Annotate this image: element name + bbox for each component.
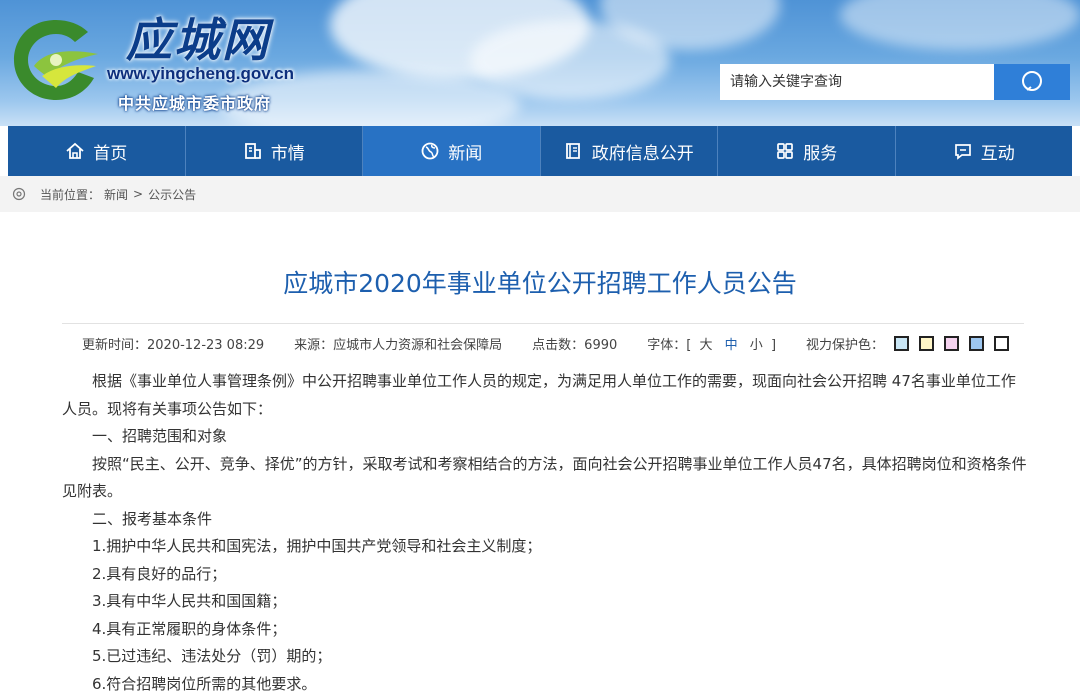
- article-paragraph: 5.已过违纪、违法处分（罚）期的；: [92, 647, 332, 665]
- article-paragraph: 4.具有正常履职的身体条件；: [92, 619, 287, 638]
- eye-color-swatch-blue[interactable]: [894, 336, 910, 351]
- site-name: 应城网: [126, 13, 270, 67]
- article-paragraph: 二、报考基本条件: [92, 509, 213, 528]
- article-title: 应城市2020年事业单位公开招聘工作人员公告: [283, 269, 797, 298]
- article-body: 根据《事业单位人事管理条例》中公开招聘事业单位工作人员的规定，为满足用人单位工作…: [62, 368, 1028, 698]
- site-org: 中共应城市委市政府: [118, 94, 272, 113]
- nav-item-gov-info[interactable]: 政府信息公开: [541, 126, 718, 176]
- font-size-small[interactable]: 小: [750, 338, 763, 353]
- location-pin-icon: [12, 187, 26, 201]
- site-url[interactable]: www.yingcheng.gov.cn: [107, 64, 294, 84]
- grid-icon: [777, 143, 794, 159]
- breadcrumb-announcements[interactable]: 公示公告: [148, 186, 196, 203]
- globe-icon: [421, 142, 439, 160]
- search-box: [720, 64, 1070, 100]
- title-divider: [62, 323, 1024, 324]
- article-source: 来源：应城市人力资源和社会保障局: [294, 338, 503, 353]
- article-paragraph: 一、招聘范围和对象: [92, 427, 228, 445]
- font-size-controls: 字体：[ 大 中 小 ]: [647, 334, 776, 353]
- article-paragraph: 2.具有良好的品行；: [92, 564, 227, 583]
- click-count: 点击数：6990: [532, 338, 618, 353]
- article-meta: 更新时间：2020-12-23 08:29 来源：应城市人力资源和社会保障局 点…: [82, 334, 1010, 353]
- nav-label: 政府信息公开: [591, 143, 694, 164]
- search-button[interactable]: [994, 64, 1070, 100]
- nav-item-service[interactable]: 服务: [718, 126, 896, 176]
- article-paragraph: 1.拥护中华人民共和国宪法，拥护中国共产党领导和社会主义制度；: [92, 537, 542, 555]
- chat-icon: [954, 144, 971, 160]
- update-time: 更新时间：2020-12-23 08:29: [82, 338, 265, 353]
- font-size-label: 字体：[: [647, 338, 692, 353]
- article-paragraph: 3.具有中华人民共和国国籍；: [92, 592, 287, 610]
- nav-label: 首页: [93, 143, 128, 164]
- eye-color-swatch-darkblue[interactable]: [969, 336, 985, 351]
- site-header: 应城网 www.yingcheng.gov.cn 中共应城市委市政府: [0, 0, 1080, 126]
- home-icon: [66, 142, 84, 159]
- city-logo-icon[interactable]: [8, 14, 104, 106]
- font-size-medium[interactable]: 中: [725, 338, 738, 353]
- search-input[interactable]: [720, 64, 994, 100]
- breadcrumb: 当前位置： 新闻 > 公示公告: [0, 176, 1080, 212]
- search-icon: [1022, 71, 1042, 91]
- eye-color-swatch-pink[interactable]: [944, 336, 960, 351]
- city-info-icon: [244, 143, 261, 159]
- eye-color-swatch-yellow[interactable]: [919, 336, 935, 351]
- nav-label: 互动: [980, 143, 1015, 164]
- main-nav: 首页 市情 新闻 政府信息公开 服务 互动: [8, 126, 1072, 176]
- nav-item-home[interactable]: 首页: [8, 126, 186, 176]
- article-paragraph: 根据《事业单位人事管理条例》中公开招聘事业单位工作人员的规定，为满足用人单位工作…: [62, 372, 1016, 418]
- article-paragraph: 按照“民主、公开、竞争、择优”的方针，采取考试和考察相结合的方法，面向社会公开招…: [62, 454, 1027, 501]
- font-size-close: ]: [770, 338, 777, 353]
- book-icon: [565, 143, 580, 159]
- nav-label: 服务: [803, 143, 838, 164]
- nav-label: 新闻: [448, 143, 483, 164]
- breadcrumb-prefix: 当前位置：: [40, 187, 101, 202]
- eye-protect-label: 视力保护色：: [806, 338, 885, 353]
- article-paragraph: 6.符合招聘岗位所需的其他要求。: [92, 674, 317, 693]
- eye-color-swatch-white[interactable]: [994, 336, 1010, 351]
- breadcrumb-news[interactable]: 新闻: [104, 186, 128, 203]
- breadcrumb-separator: >: [133, 187, 144, 201]
- nav-item-news[interactable]: 新闻: [363, 126, 541, 176]
- nav-label: 市情: [270, 143, 305, 164]
- font-size-large[interactable]: 大: [699, 338, 712, 353]
- nav-item-interaction[interactable]: 互动: [896, 126, 1073, 176]
- nav-item-city-info[interactable]: 市情: [186, 126, 363, 176]
